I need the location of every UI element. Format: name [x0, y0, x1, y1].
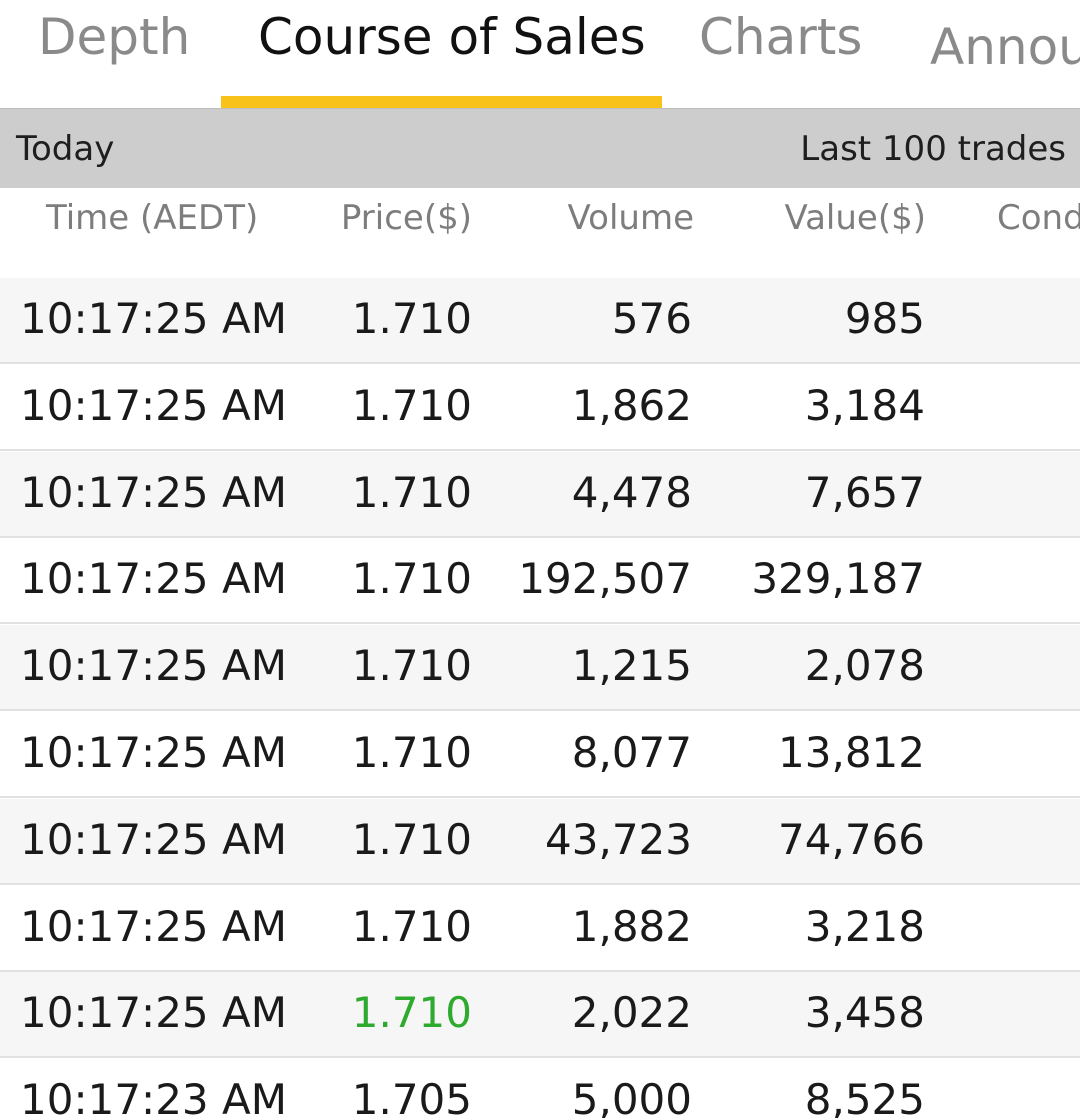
trade-volume: 8,077	[571, 728, 692, 777]
active-tab-indicator	[221, 96, 662, 108]
column-header-row: Time (AEDT) Price($) Volume Value($) Con…	[0, 188, 1080, 248]
column-header-value[interactable]: Value($)	[784, 198, 926, 238]
trade-value: 7,657	[804, 467, 925, 517]
trade-volume: 1,215	[571, 641, 692, 691]
trade-value: 985	[844, 294, 925, 343]
trade-time: 10:17:25 AM	[20, 467, 287, 517]
trade-price: 1.710	[351, 901, 472, 951]
trade-price: 1.710	[351, 380, 472, 430]
trade-row[interactable]: 10:17:25 AM 1.710 2,022 3,458	[0, 972, 1080, 1059]
trade-value: 74,766	[778, 814, 925, 864]
trade-row[interactable]: 10:17:25 AM 1.710 576 985	[0, 278, 1080, 364]
trade-value: 329,187	[751, 554, 925, 604]
trade-time: 10:17:25 AM	[20, 814, 287, 864]
trade-list[interactable]: 10:17:25 AM 1.710 576 985 10:17:25 AM 1.710 1,…	[0, 188, 1080, 1118]
trade-price: 1.710	[351, 988, 472, 1038]
trade-row[interactable]: 10:17:25 AM 1.710 192,507 329,187	[0, 538, 1080, 625]
trade-time: 10:17:23 AM	[20, 1075, 287, 1118]
trade-price: 1.710	[351, 554, 472, 604]
column-header-volume[interactable]: Volume	[568, 198, 694, 238]
trade-time: 10:17:25 AM	[20, 294, 287, 343]
trade-row[interactable]: 10:17:25 AM 1.710 43,723 74,766	[0, 798, 1080, 885]
trade-volume: 5,000	[571, 1075, 692, 1118]
trade-volume: 2,022	[571, 988, 692, 1038]
trade-row[interactable]: 10:17:23 AM 1.705 5,000 8,525	[0, 1059, 1080, 1118]
trade-value: 13,812	[778, 728, 925, 777]
column-header-price[interactable]: Price($)	[341, 198, 472, 238]
trade-row[interactable]: 10:17:25 AM 1.710 1,882 3,218	[0, 886, 1080, 972]
trade-time: 10:17:25 AM	[20, 554, 287, 604]
trade-row[interactable]: 10:17:25 AM 1.710 8,077 13,812	[0, 712, 1080, 798]
trade-price: 1.710	[351, 294, 472, 343]
trade-volume: 192,507	[518, 554, 692, 604]
trade-time: 10:17:25 AM	[20, 641, 287, 691]
trade-price: 1.710	[351, 728, 472, 777]
trade-time: 10:17:25 AM	[20, 728, 287, 777]
trade-value: 3,218	[804, 901, 925, 951]
trade-price: 1.710	[351, 467, 472, 517]
trade-value: 3,184	[804, 380, 925, 430]
trade-volume: 43,723	[545, 814, 692, 864]
trade-price: 1.710	[351, 814, 472, 864]
trade-row[interactable]: 10:17:25 AM 1.710 1,862 3,184	[0, 365, 1080, 451]
trade-price: 1.705	[351, 1075, 472, 1118]
trade-volume: 4,478	[571, 467, 692, 517]
tab-charts[interactable]: Charts	[699, 8, 862, 66]
trade-time: 10:17:25 AM	[20, 988, 287, 1038]
trade-row[interactable]: 10:17:25 AM 1.710 1,215 2,078	[0, 625, 1080, 712]
tab-depth[interactable]: Depth	[38, 8, 190, 66]
trade-count-label: Last 100 trades	[800, 129, 1066, 169]
trade-price: 1.710	[351, 641, 472, 691]
trade-value: 3,458	[804, 988, 925, 1038]
tab-bar: Depth Course of Sales Charts Annou	[0, 0, 1080, 108]
column-header-condition[interactable]: Cond	[997, 198, 1080, 238]
trade-time: 10:17:25 AM	[20, 901, 287, 951]
date-filter-label: Today	[16, 129, 115, 169]
trade-row[interactable]: 10:17:25 AM 1.710 4,478 7,657	[0, 451, 1080, 538]
trade-time: 10:17:25 AM	[20, 380, 287, 430]
column-header-time[interactable]: Time (AEDT)	[46, 198, 258, 238]
trade-value: 2,078	[804, 641, 925, 691]
summary-bar: Today Last 100 trades	[0, 108, 1080, 188]
trade-volume: 1,862	[571, 380, 692, 430]
tab-announcements[interactable]: Annou	[930, 18, 1080, 76]
trade-volume: 576	[611, 294, 692, 343]
tab-course-of-sales[interactable]: Course of Sales	[258, 8, 646, 66]
trade-volume: 1,882	[571, 901, 692, 951]
trade-value: 8,525	[804, 1075, 925, 1118]
